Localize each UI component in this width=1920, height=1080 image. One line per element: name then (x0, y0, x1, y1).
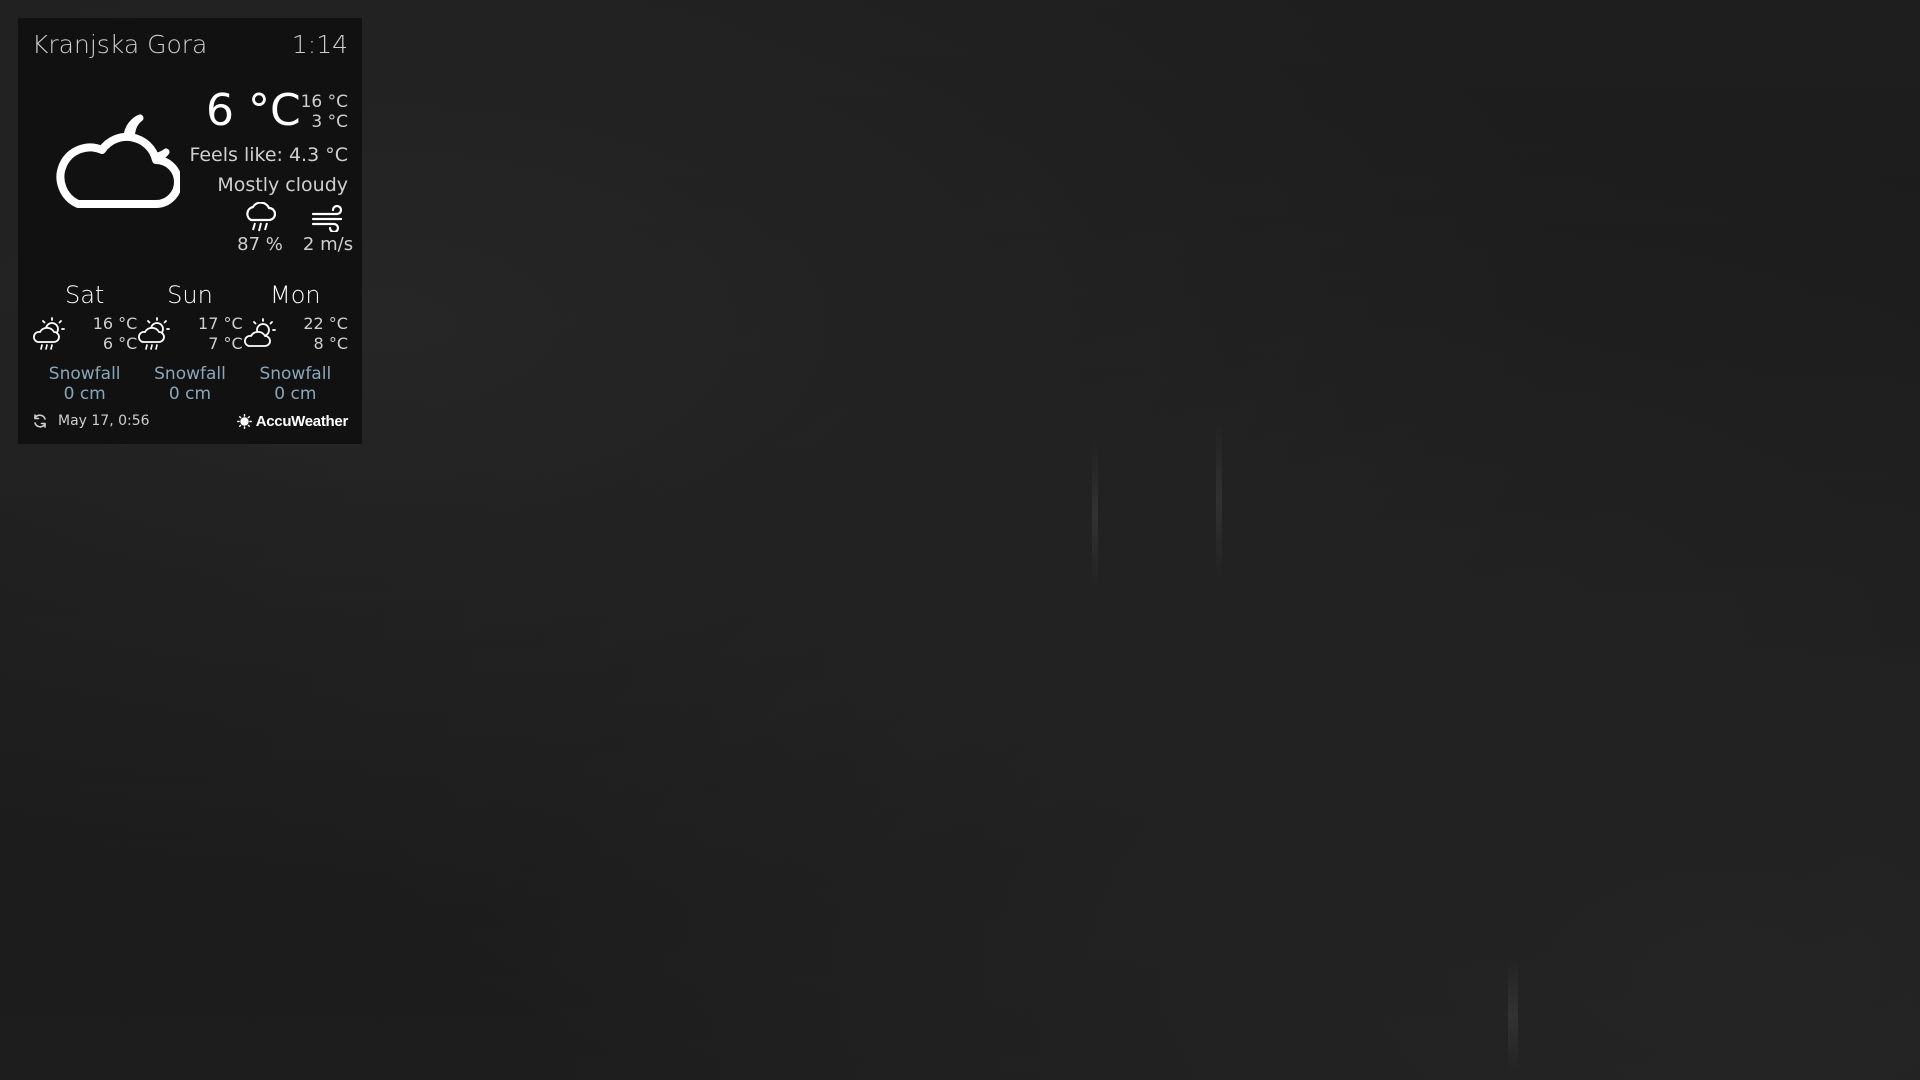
sun-logo-icon (236, 413, 252, 429)
background-streak (1216, 420, 1222, 580)
widget-footer: May 17, 0:56 AccuWeather (32, 408, 348, 434)
forecast-day-name: Sat (64, 281, 105, 309)
accuweather-logo[interactable]: AccuWeather (236, 412, 349, 430)
snowfall-value: 0 cm (274, 384, 317, 404)
condition-text: Mostly cloudy (217, 174, 348, 196)
forecast-low: 8 °C (313, 334, 348, 353)
sun-cloud-rain-icon (33, 317, 65, 350)
forecast-high: 22 °C (303, 314, 348, 333)
precipitation-stat: 87 % (230, 202, 290, 255)
sun-cloud-icon (243, 318, 276, 347)
snowfall-label: Snowfall (48, 364, 121, 384)
widget-header: Kranjska Gora 1:14 (32, 26, 348, 62)
sun-cloud-rain-icon (138, 317, 171, 350)
forecast-days: Sat 16 °C 6 °C Snowfall 0 cm Sun 17 °C 7… (32, 280, 348, 404)
today-high: 16 °C (300, 92, 348, 112)
last-updated-time: May 17, 0:56 (58, 413, 150, 429)
precipitation-value: 87 % (237, 234, 283, 255)
forecast-low: 7 °C (208, 334, 243, 353)
today-high-low: 16 °C 3 °C (301, 92, 348, 132)
wind-stat: 2 m/s (296, 202, 360, 255)
feels-like: Feels like: 4.3 °C (189, 144, 348, 166)
forecast-high: 17 °C (198, 314, 243, 333)
wind-icon (311, 204, 343, 232)
background-streak (1508, 960, 1518, 1070)
forecast-day-name: Mon (270, 281, 321, 309)
current-time: 1:14 (291, 29, 348, 59)
last-updated: May 17, 0:56 (32, 413, 150, 429)
snowfall-label: Snowfall (154, 364, 226, 384)
brand-name: AccuWeather (255, 412, 349, 430)
forecast-day-name: Sun (167, 281, 213, 309)
location-name: Kranjska Gora (32, 29, 208, 59)
forecast-day: Mon 22 °C 8 °C Snowfall 0 cm (243, 280, 348, 404)
forecast-day: Sat 16 °C 6 °C Snowfall 0 cm (32, 280, 137, 404)
rain-cloud-icon (246, 202, 277, 232)
current-temperature: 6 °C (206, 85, 301, 136)
forecast-high: 16 °C (92, 314, 138, 333)
weather-widget: Kranjska Gora 1:14 6 °C 16 °C 3 °C Feels… (18, 18, 362, 444)
forecast-day: Sun 17 °C 7 °C Snowfall 0 cm (137, 280, 243, 404)
refresh-icon[interactable] (32, 413, 48, 429)
snowfall-value: 0 cm (63, 384, 106, 404)
background-streak (1092, 440, 1098, 590)
wind-value: 2 m/s (302, 234, 354, 255)
snowfall-label: Snowfall (259, 364, 332, 384)
today-low: 3 °C (311, 112, 348, 132)
cloud-moon-icon (44, 90, 182, 226)
forecast-low: 6 °C (102, 334, 138, 353)
snowfall-value: 0 cm (168, 384, 212, 404)
